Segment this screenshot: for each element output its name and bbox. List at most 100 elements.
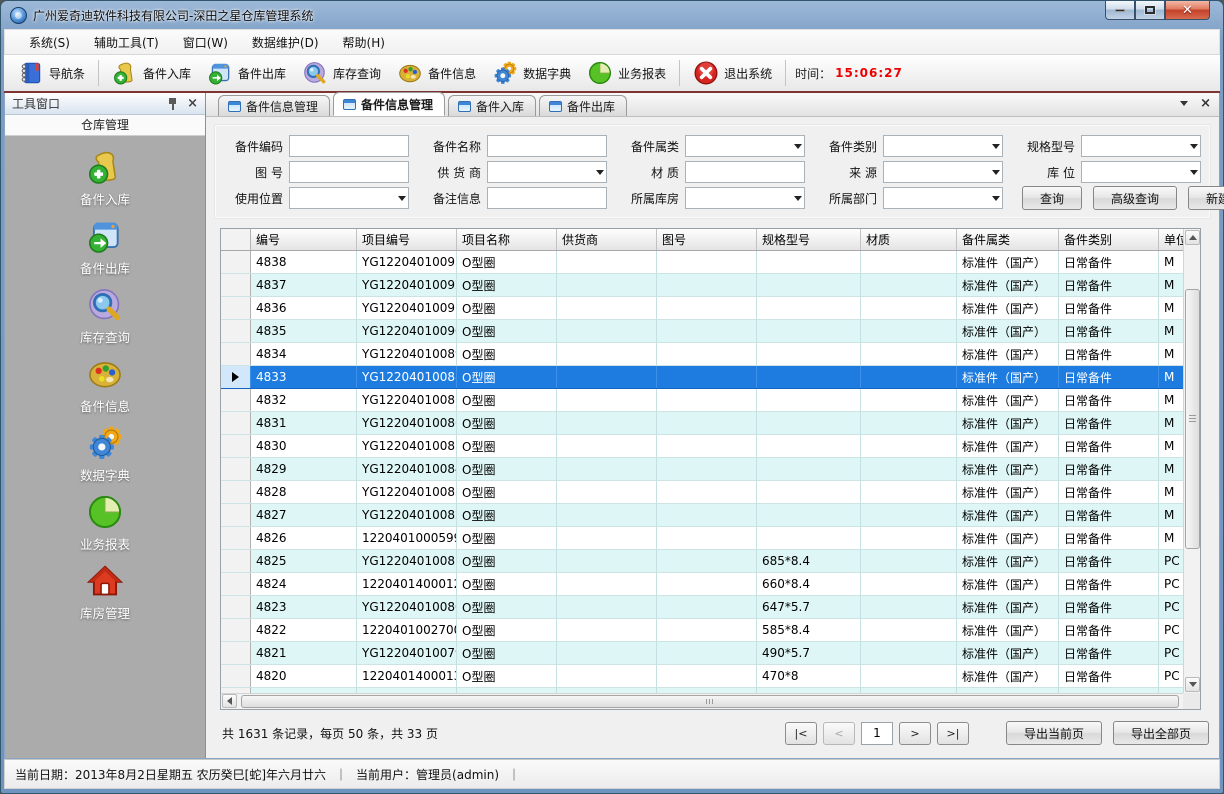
row-selector[interactable] (221, 274, 251, 296)
minimize-button[interactable] (1105, 1, 1135, 20)
horizontal-scroll-thumb[interactable] (241, 695, 1179, 708)
close-button[interactable]: ✕ (1165, 1, 1210, 20)
form-button-高级查询[interactable]: 高级查询 (1093, 186, 1177, 210)
table-row[interactable]: 4829YG12204010084O型圈标准件（国产）日常备件M (221, 458, 1184, 481)
input-备注信息[interactable] (487, 187, 607, 209)
scroll-left-icon[interactable] (222, 694, 237, 708)
column-header-项目编号[interactable]: 项目编号 (357, 229, 457, 250)
select-库位[interactable] (1081, 161, 1201, 183)
table-row[interactable]: 4823YG12204010080O型圈647*5.7标准件（国产）日常备件PC (221, 596, 1184, 619)
toolbar-button-dict[interactable]: 数据字典 (484, 58, 579, 88)
sidebar-item-备件出库[interactable]: 备件出库 (35, 217, 175, 286)
scroll-up-icon[interactable] (1185, 230, 1200, 245)
row-selector[interactable] (221, 320, 251, 342)
sidebar-item-数据字典[interactable]: 数据字典 (35, 424, 175, 493)
table-row[interactable]: 4830YG12204010085O型圈标准件（国产）日常备件M (221, 435, 1184, 458)
select-使用位置[interactable] (289, 187, 409, 209)
tab-备件入库-2[interactable]: 备件入库 (448, 95, 536, 116)
row-selector[interactable] (221, 481, 251, 503)
row-selector[interactable] (221, 573, 251, 595)
table-row[interactable]: 4835YG12204010090O型圈标准件（国产）日常备件M (221, 320, 1184, 343)
sidebar-item-业务报表[interactable]: 业务报表 (35, 493, 175, 562)
toolbar-button-query[interactable]: 库存查询 (294, 58, 389, 88)
scroll-down-icon[interactable] (1185, 677, 1200, 692)
column-header-项目名称[interactable]: 项目名称 (457, 229, 557, 250)
row-selector[interactable] (221, 550, 251, 572)
sidebar-item-库房管理[interactable]: 库房管理 (35, 562, 175, 631)
export-current-page-button[interactable]: 导出当前页 (1006, 721, 1102, 745)
table-row[interactable]: 4832YG12204010087O型圈标准件（国产）日常备件M (221, 389, 1184, 412)
row-selector[interactable] (221, 504, 251, 526)
table-row[interactable]: 4828YG12204010083O型圈标准件（国产）日常备件M (221, 481, 1184, 504)
toolbar-button-exit[interactable]: 退出系统 (685, 58, 780, 88)
select-所属部门[interactable] (883, 187, 1003, 209)
table-row[interactable]: 48241220401400012O型圈660*8.4标准件（国产）日常备件PC (221, 573, 1184, 596)
menu-item-系统S[interactable]: 系统(S) (17, 30, 82, 55)
menu-item-窗口W[interactable]: 窗口(W) (171, 30, 240, 55)
first-page-button[interactable]: |< (785, 722, 817, 745)
input-图号[interactable] (289, 161, 409, 183)
select-供货商[interactable] (487, 161, 607, 183)
column-header-单位[interactable]: 单位 (1159, 229, 1184, 250)
pin-icon[interactable] (167, 98, 178, 110)
select-来源[interactable] (883, 161, 1003, 183)
menu-item-辅助工具T[interactable]: 辅助工具(T) (82, 30, 171, 55)
column-header-材质[interactable]: 材质 (861, 229, 957, 250)
table-row[interactable]: 4831YG12204010086O型圈标准件（国产）日常备件M (221, 412, 1184, 435)
sidebar-section-header[interactable]: 仓库管理 (5, 115, 205, 136)
select-备件类别[interactable] (883, 135, 1003, 157)
maximize-button[interactable] (1135, 1, 1165, 20)
menu-item-数据维护D[interactable]: 数据维护(D) (240, 30, 331, 55)
toolbar-button-info[interactable]: 备件信息 (389, 58, 484, 88)
row-selector[interactable] (221, 343, 251, 365)
vertical-scrollbar[interactable] (1183, 229, 1200, 693)
row-selector[interactable] (221, 619, 251, 641)
tab-备件信息管理-0[interactable]: 备件信息管理 (218, 95, 330, 116)
table-row[interactable]: 4836YG12204010091O型圈标准件（国产）日常备件M (221, 297, 1184, 320)
row-selector[interactable] (221, 527, 251, 549)
row-selector[interactable] (221, 389, 251, 411)
tab-备件出库-3[interactable]: 备件出库 (539, 95, 627, 116)
row-selector[interactable] (221, 251, 251, 273)
menu-item-帮助H[interactable]: 帮助(H) (331, 30, 397, 55)
table-row[interactable]: 4838YG12204010093O型圈标准件（国产）日常备件M (221, 251, 1184, 274)
table-row[interactable]: 4827YG12204010082O型圈标准件（国产）日常备件M (221, 504, 1184, 527)
column-header-备件属类[interactable]: 备件属类 (957, 229, 1059, 250)
toolbar-button-inbound[interactable]: 备件入库 (104, 58, 199, 88)
column-header-规格型号[interactable]: 规格型号 (757, 229, 861, 250)
last-page-button[interactable]: >| (937, 722, 969, 745)
row-selector[interactable] (221, 665, 251, 687)
page-number-input[interactable] (861, 722, 893, 745)
column-header-编号[interactable]: 编号 (251, 229, 357, 250)
input-材质[interactable] (685, 161, 805, 183)
toolbar-button-navbar[interactable]: 导航条 (10, 58, 93, 88)
toolbar-button-report[interactable]: 业务报表 (579, 58, 674, 88)
tab-list-dropdown-icon[interactable] (1180, 101, 1188, 106)
row-selector[interactable] (221, 458, 251, 480)
column-header-备件类别[interactable]: 备件类别 (1059, 229, 1159, 250)
row-selector[interactable] (221, 297, 251, 319)
select-备件属类[interactable] (685, 135, 805, 157)
sidebar-close-icon[interactable]: × (187, 97, 198, 110)
input-备件名称[interactable] (487, 135, 607, 157)
row-selector[interactable] (221, 642, 251, 664)
table-row[interactable]: 4834YG12204010089O型圈标准件（国产）日常备件M (221, 343, 1184, 366)
column-header-供货商[interactable]: 供货商 (557, 229, 657, 250)
table-row[interactable]: 4837YG12204010092O型圈标准件（国产）日常备件M (221, 274, 1184, 297)
table-row[interactable]: 48201220401400013O型圈470*8标准件（国产）日常备件PC (221, 665, 1184, 688)
table-row[interactable]: 4825YG12204010081O型圈685*8.4标准件（国产）日常备件PC (221, 550, 1184, 573)
table-row[interactable]: 48261220401000599O型圈标准件（国产）日常备件M (221, 527, 1184, 550)
row-selector[interactable] (221, 366, 251, 388)
prev-page-button[interactable]: < (823, 722, 855, 745)
horizontal-scrollbar[interactable] (221, 693, 1183, 709)
tab-备件信息管理-1[interactable]: 备件信息管理 (333, 92, 445, 116)
next-page-button[interactable]: > (899, 722, 931, 745)
column-header-图号[interactable]: 图号 (657, 229, 757, 250)
tab-close-icon[interactable]: × (1200, 97, 1211, 110)
sidebar-item-备件入库[interactable]: 备件入库 (35, 148, 175, 217)
table-row[interactable]: 4821YG12204010079O型圈490*5.7标准件（国产）日常备件PC (221, 642, 1184, 665)
select-规格型号[interactable] (1081, 135, 1201, 157)
row-selector[interactable] (221, 412, 251, 434)
input-备件编码[interactable] (289, 135, 409, 157)
table-row-selected[interactable]: 4833YG12204010088O型圈标准件（国产）日常备件M (221, 366, 1184, 389)
